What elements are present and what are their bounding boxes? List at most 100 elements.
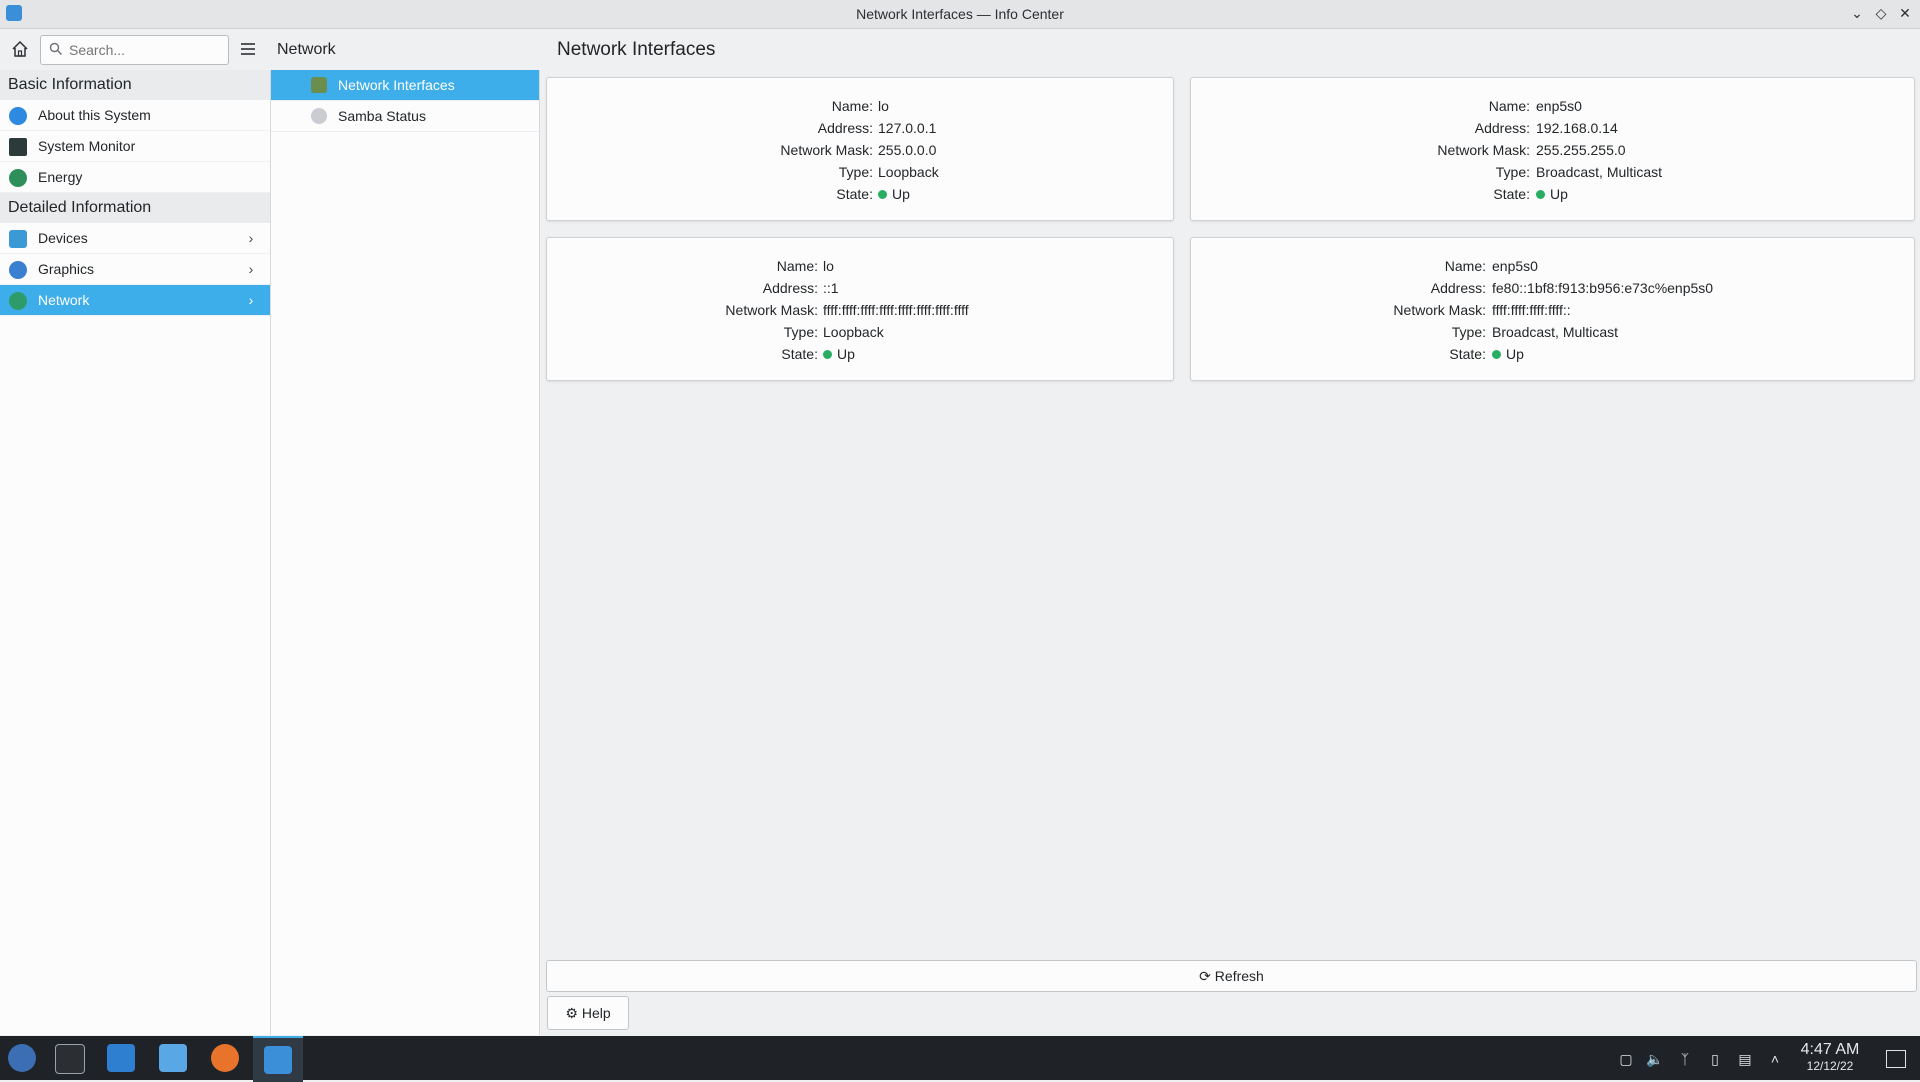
interface-mask: 255.0.0.0 [878,142,937,158]
mask-label: Network Mask: [780,142,873,158]
state-label: State: [836,186,873,202]
state-label: State: [781,346,818,362]
group-header-basic: Basic Information [0,70,270,100]
interface-name: lo [878,98,889,114]
share-icon [311,108,327,124]
search-icon [49,42,62,55]
page-title: Network Interfaces [557,39,716,60]
search-field[interactable] [40,35,229,65]
interface-mask: ffff:ffff:ffff:ffff:ffff:ffff:ffff:ffff [823,302,969,318]
info-center-taskbar-icon [264,1046,292,1074]
sidebar-item-about[interactable]: About this System [0,100,270,131]
sidebar-item-energy[interactable]: Energy [0,162,270,193]
system-monitor-icon [9,138,27,156]
refresh-button[interactable]: ⟳ Refresh [546,960,1917,992]
interface-type: Broadcast, Multicast [1536,164,1663,180]
name-label: Name: [831,98,873,114]
maximize-button[interactable]: ◇ [1872,4,1890,22]
status-up-icon [878,190,887,199]
sidebar-item-devices[interactable]: Devices › [0,223,270,254]
toolbar: Network Network Interfaces [0,29,1920,71]
task-manager-icon[interactable] [55,1044,85,1074]
type-label: Type: [838,164,873,180]
mask-label: Network Mask: [1393,302,1486,318]
group-header-detailed: Detailed Information [0,193,270,223]
network-icon[interactable]: ▤ [1736,1050,1754,1068]
name-label: Name: [1444,258,1486,274]
home-icon[interactable] [10,39,30,59]
interface-address: 127.0.0.1 [878,120,937,136]
interface-type: Loopback [878,164,939,180]
interface-state: Up [1492,346,1524,362]
info-icon [9,107,27,125]
status-up-icon [1536,190,1545,199]
status-up-icon [1492,350,1501,359]
state-label: State: [1449,346,1486,362]
interface-name: enp5s0 [1536,98,1582,114]
interface-address: ::1 [823,280,839,296]
interface-mask: ffff:ffff:ffff:ffff:: [1492,302,1571,318]
sub-item-samba-status[interactable]: Samba Status [271,101,539,132]
name-label: Name: [1488,98,1530,114]
file-manager-icon[interactable] [159,1044,187,1072]
sidebar-item-network[interactable]: Network › [0,285,270,316]
mask-label: Network Mask: [1437,142,1530,158]
address-label: Address: [1474,120,1530,136]
section-title: Network [277,41,336,58]
address-label: Address: [817,120,873,136]
interface-state: Up [823,346,855,362]
status-up-icon [823,350,832,359]
subcategory-panel: Network Interfaces Samba Status [271,70,540,1035]
usb-device-icon[interactable]: ▯ [1706,1050,1724,1068]
sidebar-item-system-monitor[interactable]: System Monitor [0,131,270,162]
address-label: Address: [762,280,818,296]
main-content: Name: lo Address: 127.0.0.1 Network Mask: 2… [540,70,1920,1035]
taskbar: ▢ 🔈 ᛉ ▯ ▤ ˄ 4:47 AM 12/12/22 [0,1036,1920,1082]
title-bar: Network Interfaces — Info Center ⌄ ◇ ✕ [0,0,1920,29]
network-globe-icon [9,292,27,310]
volume-icon[interactable]: 🔈 [1646,1050,1664,1068]
close-button[interactable]: ✕ [1896,4,1914,22]
sidebar-item-graphics[interactable]: Graphics › [0,254,270,285]
network-card-icon [311,77,327,93]
type-label: Type: [783,324,818,340]
mask-label: Network Mask: [725,302,818,318]
clock-date: 12/12/22 [1806,1059,1854,1073]
interface-type: Loopback [823,324,884,340]
interface-card: Name: lo Address: 127.0.0.1 Network Mask: 2… [546,77,1174,221]
clock-time: 4:47 AM [1800,1041,1860,1058]
name-label: Name: [776,258,818,274]
interface-card: Name: enp5s0 Address: fe80::1bf8:f913:b956… [1190,237,1915,381]
interface-type: Broadcast, Multicast [1492,324,1619,340]
bluetooth-icon[interactable]: ᛉ [1676,1050,1694,1068]
energy-icon [9,169,27,187]
window-title: Network Interfaces — Info Center [856,6,1064,22]
search-input[interactable] [67,38,221,62]
display-icon[interactable]: ▢ [1617,1050,1635,1068]
interface-address: 192.168.0.14 [1536,120,1618,136]
help-button[interactable]: ⚙ Help [547,996,629,1030]
firefox-icon[interactable] [211,1044,239,1072]
interface-name: lo [823,258,834,274]
interface-card: Name: enp5s0 Address: 192.168.0.14 Network… [1190,77,1915,221]
state-label: State: [1493,186,1530,202]
type-label: Type: [1451,324,1486,340]
interface-card: Name: lo Address:::1 Network Mask: ffff:ff… [546,237,1174,381]
interface-name: enp5s0 [1492,258,1538,274]
info-center-task[interactable] [253,1036,303,1082]
address-label: Address: [1430,280,1486,296]
hamburger-menu-icon[interactable] [238,39,258,59]
terminal-icon[interactable] [107,1044,135,1072]
minimize-button[interactable]: ⌄ [1848,4,1866,22]
clock[interactable]: 4:47 AM 12/12/22 [1790,1041,1870,1073]
category-sidebar: Basic Information About this System Syst… [0,70,271,1035]
sub-item-network-interfaces[interactable]: Network Interfaces [271,70,539,101]
devices-icon [9,230,27,248]
fedora-launcher-icon[interactable] [8,1044,36,1072]
interface-state: Up [1536,186,1568,202]
refresh-icon: ⟳ [1199,968,1211,984]
chevron-up-icon[interactable]: ˄ [1766,1050,1784,1068]
interface-state: Up [878,186,910,202]
chevron-right-icon: › [248,261,254,277]
show-desktop-icon[interactable] [1886,1050,1906,1068]
